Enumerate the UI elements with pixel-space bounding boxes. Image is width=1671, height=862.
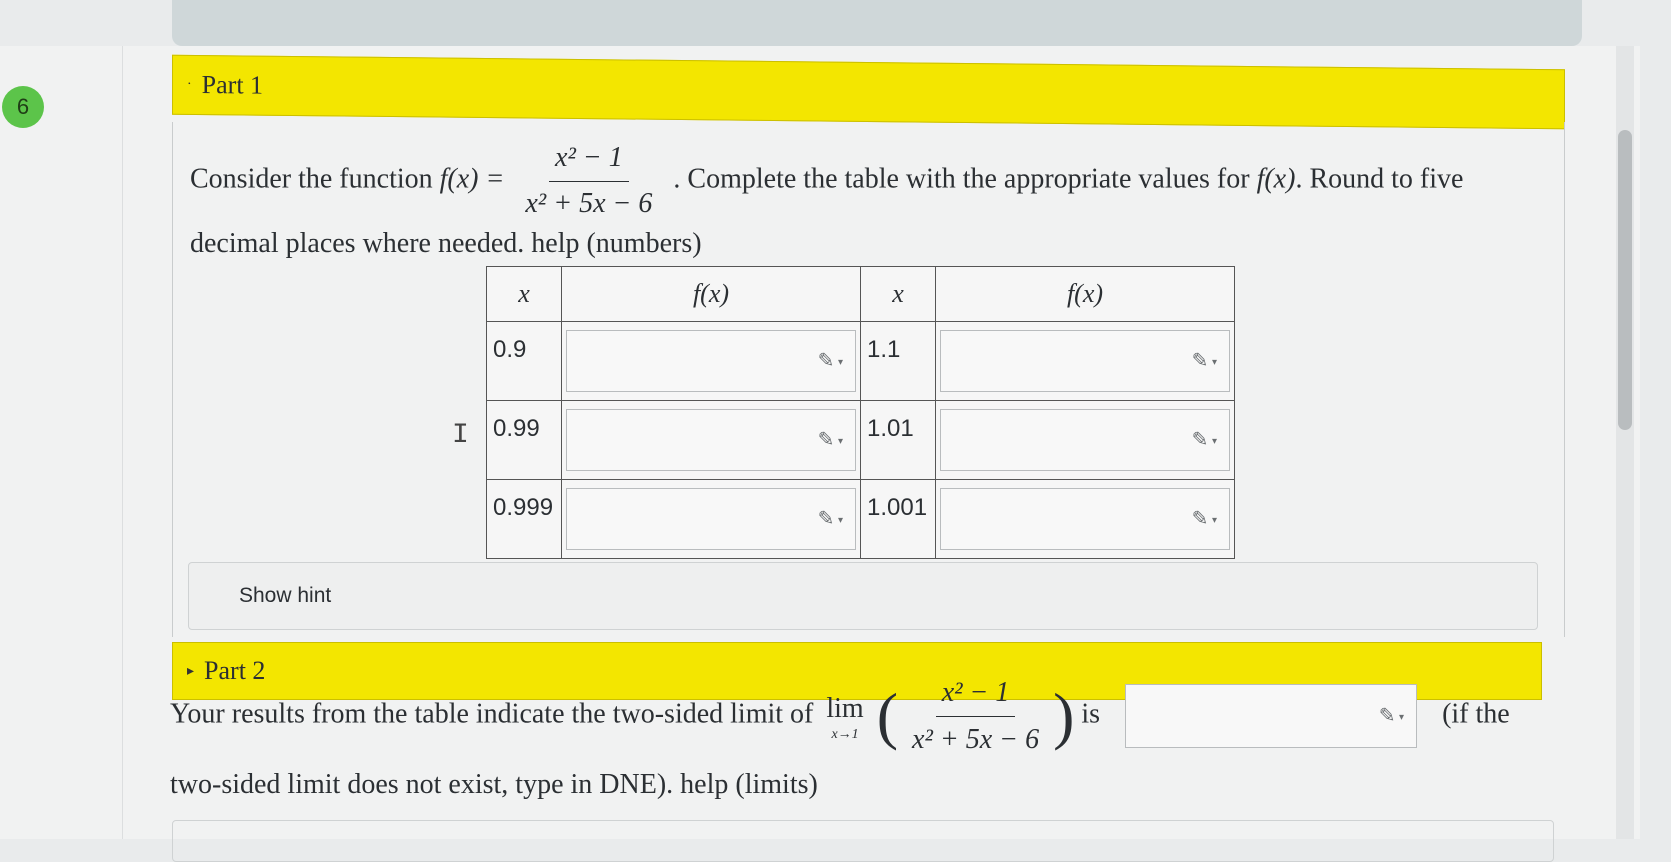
- left-divider: [122, 46, 123, 839]
- lim-subscript: x→1: [831, 726, 859, 742]
- limit-numerator: x² − 1: [935, 672, 1016, 717]
- show-hint-label: Show hint: [239, 584, 332, 607]
- function-label: f(x) =: [439, 163, 505, 195]
- limit-denominator: x² + 5x − 6: [912, 723, 1040, 755]
- limit-operator: lim x→1: [826, 688, 863, 745]
- answer-input[interactable]: ✎ ▾: [940, 409, 1230, 471]
- pencil-icon[interactable]: ✎ ▾: [1187, 350, 1217, 372]
- help-numbers-link[interactable]: help (numbers): [531, 228, 701, 259]
- part2-prompt-prefix: Your results from the table indicate the…: [170, 698, 814, 730]
- header-fx-left: f(x): [561, 266, 861, 322]
- left-paren: (: [876, 680, 899, 751]
- previous-question-strip: [172, 0, 1582, 46]
- answer-input[interactable]: ✎ ▾: [566, 409, 856, 471]
- table-row: 0.99 ✎ ▾ 1.01 ✎ ▾: [486, 400, 1235, 480]
- values-table: x f(x) x f(x) 0.9 ✎▾ 1.1 ✎▾ 0.99 ✎▾ 1: [486, 266, 1235, 559]
- pencil-icon[interactable]: ✎ ▾: [1374, 705, 1404, 727]
- x-value: 1.1: [860, 321, 936, 401]
- function-fraction: x² − 1 x² + 5x − 6: [519, 138, 658, 224]
- limit-fraction: x² − 1 x² + 5x − 6: [906, 672, 1045, 761]
- pencil-icon[interactable]: ✎ ▾: [1187, 508, 1217, 530]
- answer-input[interactable]: ✎ ▾: [940, 330, 1230, 392]
- fraction-denominator: x² + 5x − 6: [525, 187, 653, 219]
- table-header-row: x f(x) x f(x): [486, 266, 1235, 322]
- pencil-icon[interactable]: ✎ ▾: [813, 508, 843, 530]
- fx-input-cell: ✎ ▾: [935, 321, 1235, 401]
- table-row: 0.999 ✎ ▾ 1.001 ✎ ▾: [486, 479, 1235, 559]
- prompt-mid: . Complete the table with the appropriat…: [673, 163, 1250, 195]
- answer-input[interactable]: ✎ ▾: [566, 330, 856, 392]
- header-fx-right: f(x): [935, 266, 1235, 322]
- part1-prompt: Consider the function f(x) = x² − 1 x² +…: [190, 138, 1530, 265]
- header-x-right: x: [860, 266, 936, 322]
- limit-answer-input[interactable]: ✎ ▾: [1125, 684, 1418, 748]
- header-x-left: x: [486, 266, 562, 322]
- next-section-box: [172, 820, 1554, 862]
- table-row: 0.9 ✎ ▾ 1.1 ✎ ▾: [486, 321, 1235, 401]
- pencil-icon[interactable]: ✎ ▾: [813, 350, 843, 372]
- right-paren: ): [1053, 680, 1075, 751]
- prompt-prefix: Consider the function: [190, 163, 433, 195]
- x-value: 1.001: [860, 479, 936, 559]
- fx-input-cell: ✎ ▾: [561, 479, 861, 559]
- answer-input[interactable]: ✎ ▾: [940, 488, 1230, 550]
- pencil-icon[interactable]: ✎ ▾: [1187, 429, 1217, 451]
- fx-input-cell: ✎ ▾: [561, 400, 861, 480]
- x-value: 0.999: [486, 479, 562, 559]
- fx-input-cell: ✎ ▾: [561, 321, 861, 401]
- fx-label: f(x): [1256, 163, 1296, 195]
- question-number-badge: 6: [2, 86, 44, 128]
- is-word: is: [1081, 698, 1101, 730]
- pencil-icon[interactable]: ✎ ▾: [813, 429, 843, 451]
- x-value: 0.9: [486, 321, 562, 401]
- show-hint-button[interactable]: Show hint: [188, 562, 1538, 630]
- fx-input-cell: ✎ ▾: [935, 479, 1235, 559]
- x-value: 0.99: [486, 400, 562, 480]
- answer-input[interactable]: ✎ ▾: [566, 488, 856, 550]
- x-value: 1.01: [860, 400, 936, 480]
- part1-toggle-icon[interactable]: ·: [187, 77, 192, 93]
- scrollbar-thumb[interactable]: [1618, 130, 1632, 430]
- fraction-numerator: x² − 1: [549, 138, 629, 182]
- help-limits-link[interactable]: help (limits): [680, 769, 818, 800]
- part1-label: Part 1: [201, 70, 264, 100]
- part2-prompt: Your results from the table indicate the…: [170, 668, 1550, 806]
- fx-input-cell: ✎ ▾: [935, 400, 1235, 480]
- i-beam-cursor-icon: I: [452, 420, 469, 451]
